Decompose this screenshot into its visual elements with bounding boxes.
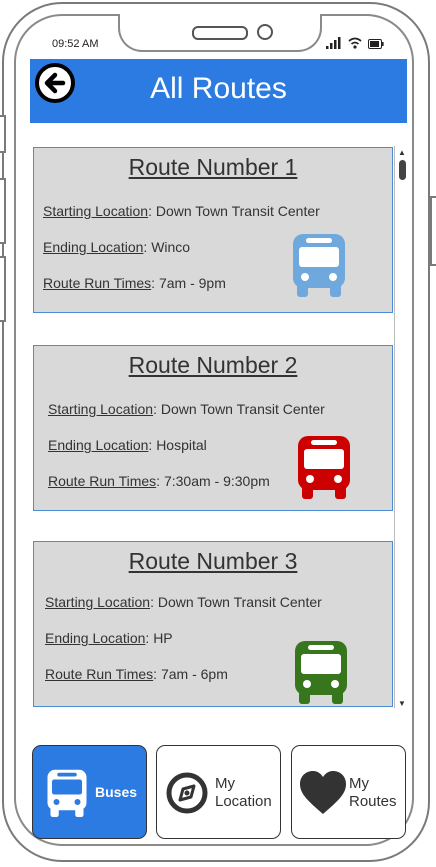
starting-location-label: Starting Location [48,401,154,417]
ending-location-label: Ending Location [43,239,144,255]
nav-buses-button[interactable]: Buses [32,745,147,839]
phone-side-button-mute [0,115,6,153]
bus-icon [47,769,87,817]
nav-buses-label: Buses [95,784,138,800]
ending-location-value: : Hospital [148,437,207,453]
starting-location: Starting Location: Down Town Transit Cen… [45,594,322,610]
route-run-times-label: Route Run Times [43,275,152,291]
routes-list[interactable]: Route Number 1 Starting Location: Down T… [30,140,410,708]
heart-icon [300,771,346,814]
nav-my-location-label: My Location [215,775,272,811]
ending-location: Ending Location: HP [45,630,173,646]
route-title: Route Number 1 [128,154,298,180]
route-card-2[interactable]: Route Number 2 Starting Location: Down T… [33,345,393,511]
bus-icon [295,641,347,704]
phone-side-button-power [430,196,436,266]
route-run-times: Route Run Times: 7:30am - 9:30pm [48,473,270,489]
route-run-times: Route Run Times: 7am - 9pm [43,275,226,291]
bus-icon [293,234,345,297]
nav-my-routes-label: My Routes [349,775,397,811]
status-icons [326,37,384,49]
page-title: All Routes [150,72,287,105]
nav-my-routes-label-line2: Routes [349,793,397,810]
battery-icon [368,39,384,49]
route-card-1[interactable]: Route Number 1 Starting Location: Down T… [33,147,393,313]
nav-my-location-label-line1: My [215,775,235,792]
route-run-times-value: : 7:30am - 9:30pm [156,473,270,489]
signal-icon [326,37,341,49]
phone-side-button-volume-down [0,256,6,322]
wifi-icon [348,37,362,49]
nav-my-routes-button[interactable]: My Routes [291,745,406,839]
scroll-up-arrow-icon[interactable]: ▲ [398,148,406,157]
route-run-times-label: Route Run Times [48,473,157,489]
speaker-grill [192,26,248,40]
ending-location: Ending Location: Winco [43,239,190,255]
ending-location-value: : HP [145,630,173,646]
route-run-times: Route Run Times: 7am - 6pm [45,666,228,682]
starting-location: Starting Location: Down Town Transit Cen… [43,203,320,219]
ending-location-label: Ending Location [45,630,146,646]
bus-icon [298,436,350,499]
ending-location-label: Ending Location [48,437,149,453]
phone-side-button-volume-up [0,178,6,244]
starting-location-value: : Down Town Transit Center [153,401,325,417]
starting-location-label: Starting Location [43,203,149,219]
nav-my-routes-label-line1: My [349,775,369,792]
scroll-down-arrow-icon[interactable]: ▼ [398,699,406,708]
ending-location: Ending Location: Hospital [48,437,207,453]
routes-scrollbar[interactable]: ▲ ▼ [394,146,409,708]
route-card-3[interactable]: Route Number 3 Starting Location: Down T… [33,541,393,707]
route-run-times-value: : 7am - 9pm [151,275,226,291]
route-run-times-value: : 7am - 6pm [153,666,228,682]
status-time: 09:52 AM [52,38,99,50]
route-title: Route Number 2 [128,352,298,378]
route-run-times-label: Route Run Times [45,666,154,682]
scroll-thumb[interactable] [399,160,406,180]
starting-location-label: Starting Location [45,594,151,610]
nav-my-location-label-line2: Location [215,793,272,810]
nav-my-location-button[interactable]: My Location [156,745,281,839]
app-header: All Routes [30,59,407,123]
starting-location-value: : Down Town Transit Center [148,203,320,219]
compass-icon [166,772,208,814]
starting-location: Starting Location: Down Town Transit Cen… [48,401,325,417]
front-camera [257,24,273,40]
ending-location-value: : Winco [143,239,191,255]
starting-location-value: : Down Town Transit Center [150,594,322,610]
route-title: Route Number 3 [128,548,298,574]
